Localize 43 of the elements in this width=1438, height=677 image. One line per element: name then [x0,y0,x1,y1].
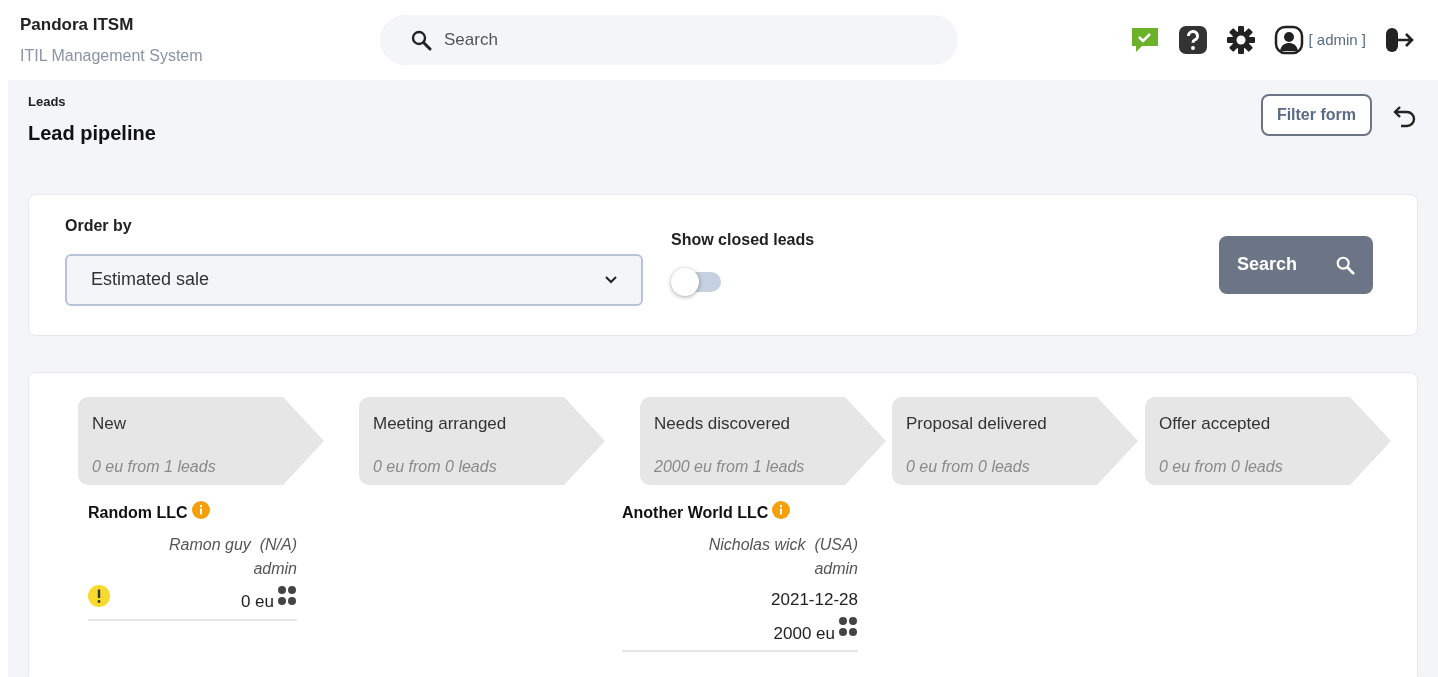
chevron-down-icon [605,275,617,284]
stage-summary: 0 eu from 0 leads [1159,456,1283,477]
logout-icon[interactable] [1384,25,1416,55]
warning-icon[interactable] [88,584,110,607]
lead-owner: admin [814,558,858,579]
show-closed-toggle[interactable] [671,269,721,294]
lead-owner: admin [253,558,297,579]
search-button[interactable]: Search [1219,235,1373,294]
lead-amount: 2000 eu [773,622,835,645]
stage-name: Proposal delivered [906,412,1047,435]
drag-handle-icon[interactable] [277,584,297,607]
filter-form-button[interactable]: Filter form [1260,94,1372,136]
search-icon [410,29,432,51]
chat-check-icon[interactable] [1130,25,1161,55]
breadcrumb[interactable]: Leads [28,92,156,112]
order-by-select[interactable]: Estimated sale [65,253,643,306]
lead-date: 2021-12-28 [771,588,858,611]
help-icon[interactable] [1178,25,1209,55]
settings-icon[interactable] [1226,25,1257,55]
lead-contact: Ramon guy (N/A) [168,534,297,555]
show-closed-label: Show closed leads [671,229,815,250]
stage-name: Meeting arranged [373,412,507,435]
app-subtitle: ITIL Management System [20,45,204,66]
page-title: Lead pipeline [28,120,156,146]
lead-company[interactable]: Another World LLC [622,500,769,525]
search-icon [1335,254,1355,275]
drag-handle-icon[interactable] [838,616,858,638]
stage-summary: 2000 eu from 1 leads [654,456,805,477]
lead-contact: Nicholas wick (USA) [708,534,858,555]
lead-amount: 0 eu [240,591,274,613]
user-icon[interactable] [1274,25,1305,55]
app-name: Pandora ITSM [20,14,135,37]
stage-name: Needs discovered [654,412,791,435]
stage-name: New [92,412,126,435]
search-field[interactable]: Search [380,15,958,65]
lead-company[interactable]: Random LLC [88,500,188,525]
stage-summary: 0 eu from 1 leads [92,456,216,477]
order-by-label: Order by [65,215,133,236]
stage-summary: 0 eu from 0 leads [906,456,1030,477]
undo-icon[interactable] [1392,104,1418,130]
stage-summary: 0 eu from 0 leads [373,456,497,477]
user-name[interactable]: [ admin ] [1308,28,1366,52]
stage-name: Offer accepted [1159,412,1271,435]
